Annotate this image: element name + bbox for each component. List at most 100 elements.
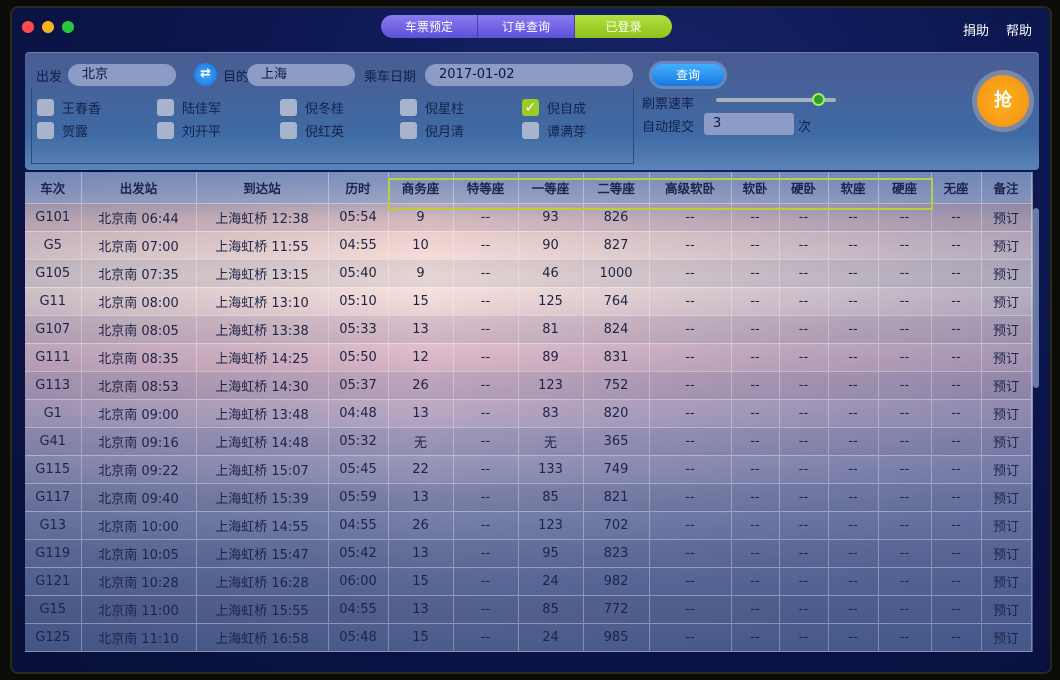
column-header[interactable]: 备注 — [981, 172, 1032, 203]
book-button[interactable]: 预订 — [981, 398, 1032, 427]
table-cell: 10 — [388, 230, 454, 259]
checkbox-icon[interactable] — [400, 122, 417, 139]
table-cell: -- — [649, 566, 732, 595]
table-row[interactable]: G107 北京南 08:05 上海虹桥 13:38 05:33 13 -- 81 824 -- -… — [25, 314, 1032, 343]
column-header[interactable]: 出发站 — [81, 172, 197, 203]
table-row[interactable]: G13 北京南 10:00 上海虹桥 14:55 04:55 26 -- 123 702 -- -… — [25, 510, 1032, 539]
passenger-checkbox[interactable]: 谭满芽 — [522, 121, 586, 140]
table-row[interactable]: G15 北京南 11:00 上海虹桥 15:55 04:55 13 -- 85 772 -- --… — [25, 594, 1032, 623]
checkbox-icon[interactable] — [157, 122, 174, 139]
table-row[interactable]: G5 北京南 07:00 上海虹桥 11:55 04:55 10 -- 90 827 -- -- -… — [25, 230, 1032, 259]
passenger-checkbox[interactable]: 贺露 — [37, 121, 88, 140]
table-row[interactable]: G117 北京南 09:40 上海虹桥 15:39 05:59 13 -- 85 821 -- -… — [25, 482, 1032, 511]
tab-ticket-booking[interactable]: 车票预定 — [381, 15, 478, 38]
table-row[interactable]: G105 北京南 07:35 上海虹桥 13:15 05:40 9 -- 46 1000 -- -… — [25, 258, 1032, 287]
to-label: 目的 — [223, 70, 250, 85]
book-button[interactable]: 预订 — [981, 342, 1032, 371]
column-header[interactable]: 无座 — [931, 172, 982, 203]
grab-ticket-button[interactable]: 抢 — [977, 75, 1029, 127]
checkbox-checked-icon[interactable]: ✓ — [522, 99, 539, 116]
book-button[interactable]: 预订 — [981, 650, 1032, 652]
book-button[interactable]: 预订 — [981, 594, 1032, 623]
tab-order-query[interactable]: 订单查询 — [478, 15, 575, 38]
table-row[interactable]: G115 北京南 09:22 上海虹桥 15:07 05:45 22 -- 133 749 --… — [25, 454, 1032, 483]
book-button[interactable]: 预订 — [981, 314, 1032, 343]
passenger-checkbox[interactable]: 王春香 — [37, 98, 101, 117]
checkbox-icon[interactable] — [37, 99, 54, 116]
table-cell: -- — [649, 398, 732, 427]
column-header[interactable]: 商务座 — [388, 172, 454, 203]
column-header[interactable]: 高级软卧 — [649, 172, 732, 203]
checkbox-icon[interactable] — [37, 122, 54, 139]
book-button[interactable]: 预订 — [981, 426, 1032, 455]
table-row[interactable]: G119 北京南 10:05 上海虹桥 15:47 05:42 13 -- 95 823 -- -… — [25, 538, 1032, 567]
checkbox-icon[interactable] — [522, 122, 539, 139]
book-button[interactable]: 预订 — [981, 538, 1032, 567]
table-row[interactable]: G125 北京南 11:10 上海虹桥 16:58 05:48 15 -- 24 985 -- -… — [25, 622, 1032, 651]
table-cell — [931, 650, 982, 652]
passenger-checkbox[interactable]: 陆佳军 — [157, 98, 221, 117]
to-input[interactable] — [247, 64, 355, 86]
column-header[interactable]: 硬卧 — [779, 172, 829, 203]
maximize-button[interactable] — [62, 21, 74, 33]
book-button[interactable]: 预订 — [981, 258, 1032, 287]
column-header[interactable]: 二等座 — [583, 172, 650, 203]
column-header[interactable]: 历时 — [328, 172, 389, 203]
table-cell: -- — [779, 594, 829, 623]
column-header[interactable]: 到达站 — [196, 172, 329, 203]
checkbox-icon[interactable] — [400, 99, 417, 116]
book-button[interactable]: 预订 — [981, 370, 1032, 399]
table-row[interactable]: G11 北京南 08:00 上海虹桥 13:10 05:10 15 -- 125 764 -- -… — [25, 286, 1032, 315]
column-header[interactable]: 软座 — [828, 172, 879, 203]
column-header[interactable]: 车次 — [25, 172, 82, 203]
table-row[interactable]: G101 北京南 06:44 上海虹桥 12:38 05:54 9 -- 93 826 -- --… — [25, 202, 1032, 231]
table-row[interactable]: G121 北京南 10:28 上海虹桥 16:28 06:00 15 -- 24 982 -- -… — [25, 566, 1032, 595]
slider-handle[interactable] — [812, 93, 825, 106]
table-cell: -- — [779, 510, 829, 539]
table-cell: 752 — [583, 370, 650, 399]
passenger-checkbox[interactable]: 倪红英 — [280, 121, 344, 140]
scrollbar[interactable] — [1033, 208, 1039, 388]
passenger-checkbox[interactable]: 倪冬桂 — [280, 98, 344, 117]
book-button[interactable]: 预订 — [981, 622, 1032, 651]
table-cell: -- — [828, 510, 879, 539]
table-row[interactable]: G41 北京南 09:16 上海虹桥 14:48 05:32 无 -- 无 365 -- -- --… — [25, 426, 1032, 455]
table-cell: -- — [649, 426, 732, 455]
donate-link[interactable]: 捐助 — [963, 20, 989, 39]
passenger-checkbox[interactable]: 倪星柱 — [400, 98, 464, 117]
table-row[interactable]: G1 北京南 09:00 上海虹桥 13:48 04:48 13 -- 83 820 -- -- -… — [25, 398, 1032, 427]
column-header[interactable]: 特等座 — [453, 172, 519, 203]
refresh-rate-slider[interactable] — [716, 93, 836, 106]
column-header[interactable]: 硬座 — [878, 172, 932, 203]
book-button[interactable]: 预订 — [981, 202, 1032, 231]
passenger-checkbox[interactable]: 刘开平 — [157, 121, 221, 140]
column-header[interactable]: 软卧 — [731, 172, 780, 203]
auto-submit-input[interactable] — [704, 113, 794, 135]
minimize-button[interactable] — [42, 21, 54, 33]
book-button[interactable]: 预订 — [981, 454, 1032, 483]
table-row[interactable]: G113 北京南 08:53 上海虹桥 14:30 05:37 26 -- 123 752 --… — [25, 370, 1032, 399]
help-link[interactable]: 帮助 — [1006, 20, 1032, 39]
from-input[interactable] — [68, 64, 176, 86]
table-cell: -- — [731, 622, 780, 651]
swap-icon[interactable]: ⇄ — [194, 63, 217, 86]
checkbox-icon[interactable] — [280, 99, 297, 116]
book-button[interactable]: 预订 — [981, 230, 1032, 259]
tab-logged-in[interactable]: 已登录 — [575, 15, 672, 38]
close-button[interactable] — [22, 21, 34, 33]
book-button[interactable]: 预订 — [981, 482, 1032, 511]
passenger-list: 王春香 陆佳军 倪冬桂 倪星柱 ✓ 倪自成贺露 刘开平 倪红英 倪月清 谭满芽 — [31, 88, 634, 164]
table-cell: -- — [731, 342, 780, 371]
table-row[interactable]: G411北京南 11:20上海虹桥 17:0805:485--无450 预订 — [25, 650, 1032, 652]
column-header[interactable]: 一等座 — [518, 172, 584, 203]
passenger-checkbox[interactable]: 倪月清 — [400, 121, 464, 140]
book-button[interactable]: 预订 — [981, 510, 1032, 539]
book-button[interactable]: 预订 — [981, 286, 1032, 315]
book-button[interactable]: 预订 — [981, 566, 1032, 595]
query-button[interactable]: 查询 — [649, 61, 727, 89]
passenger-checkbox[interactable]: ✓ 倪自成 — [522, 98, 586, 117]
checkbox-icon[interactable] — [157, 99, 174, 116]
checkbox-icon[interactable] — [280, 122, 297, 139]
table-row[interactable]: G111 北京南 08:35 上海虹桥 14:25 05:50 12 -- 89 831 -- -… — [25, 342, 1032, 371]
date-input[interactable] — [425, 64, 633, 86]
